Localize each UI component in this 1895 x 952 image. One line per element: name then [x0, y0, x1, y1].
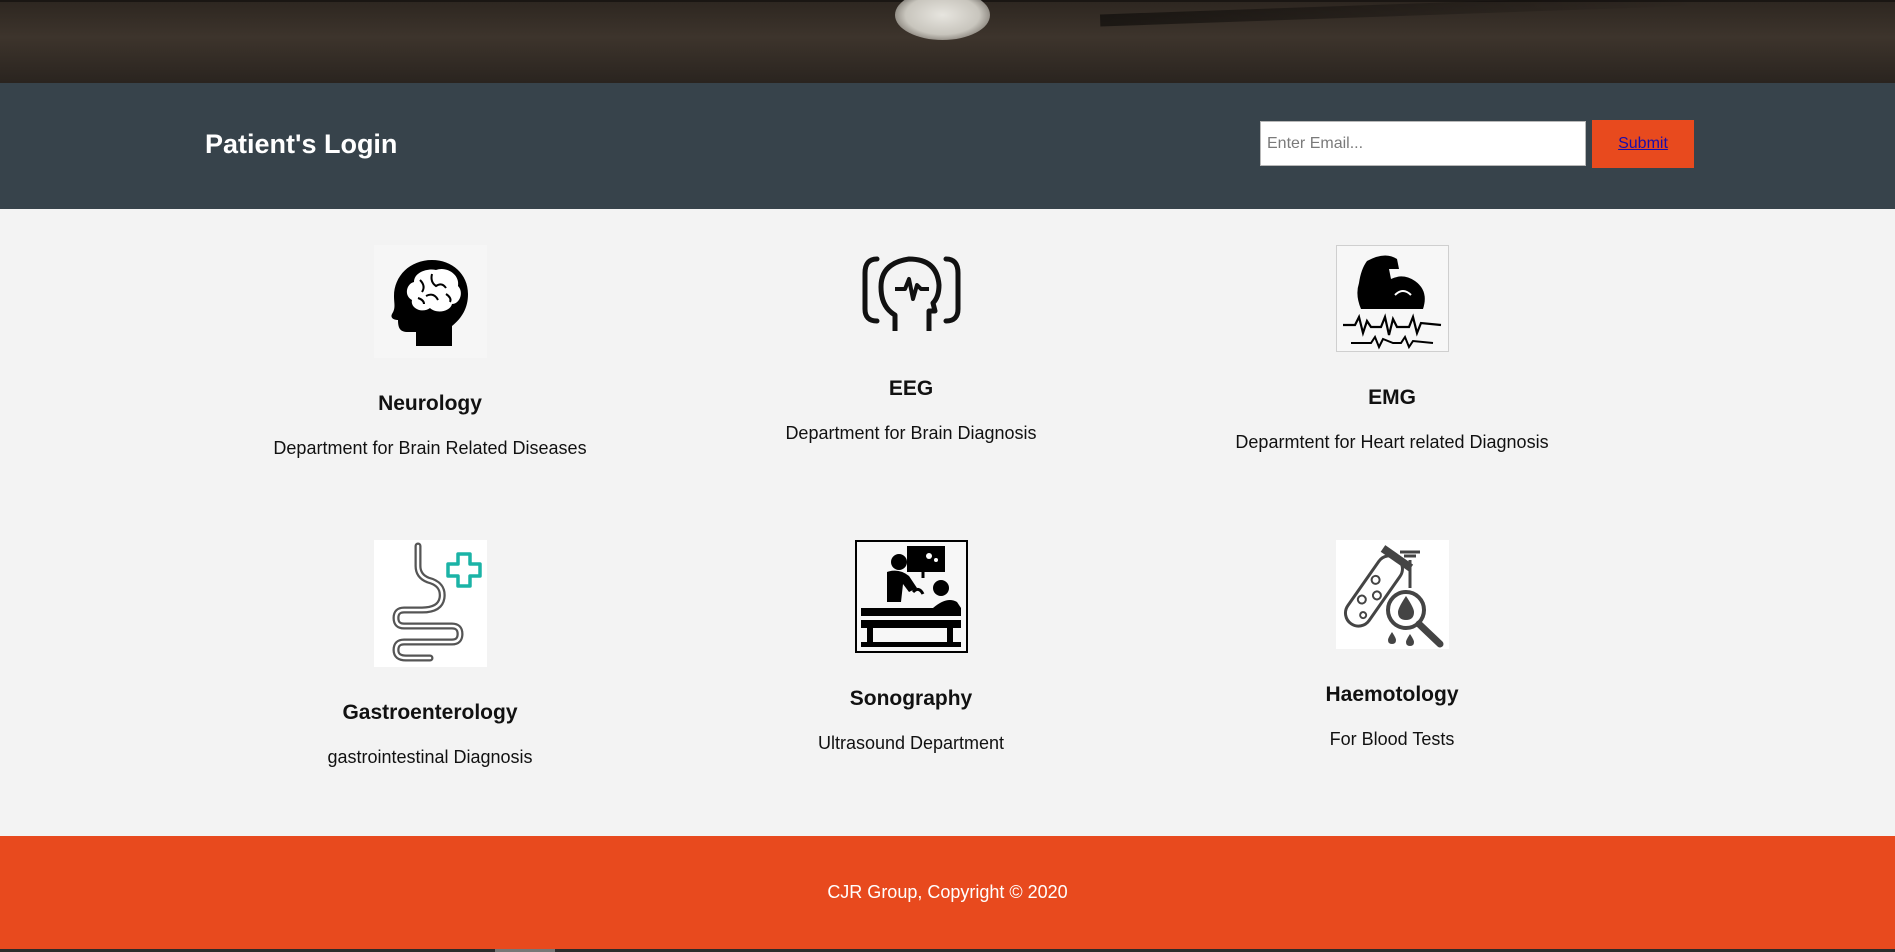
department-description: gastrointestinal Diagnosis: [327, 747, 533, 767]
department-description: Ultrasound Department: [817, 733, 1005, 753]
department-card-neurology: Neurology Department for Brain Related D…: [210, 245, 650, 459]
hero-banner-image: [0, 0, 1895, 83]
stomach-cross-icon: [373, 540, 487, 667]
hero-shadow-streak: [1099, 0, 1701, 27]
department-description: For Blood Tests: [1329, 729, 1455, 749]
department-card-sonography: Sonography Ultrasound Department: [691, 540, 1131, 754]
department-description: Department for Brain Related Diseases: [273, 438, 587, 458]
department-description: Deparmtent for Heart related Diagnosis: [1235, 432, 1549, 452]
email-input[interactable]: [1260, 121, 1586, 166]
department-card-eeg: EEG Department for Brain Diagnosis: [691, 245, 1131, 444]
footer-copyright: CJR Group, Copyright © 2020: [827, 882, 1068, 902]
login-title: Patient's Login: [205, 129, 398, 159]
department-name: EMG: [1368, 386, 1416, 409]
ultrasound-scan-icon: [854, 540, 968, 653]
department-name: Haemotology: [1325, 683, 1459, 706]
submit-button[interactable]: Submit: [1592, 120, 1694, 168]
departments-grid: Neurology Department for Brain Related D…: [0, 209, 1895, 836]
department-name: Sonography: [849, 687, 973, 710]
hero-light-spot: [895, 0, 990, 40]
department-card-haemotology: Haemotology For Blood Tests: [1172, 540, 1612, 750]
brain-head-icon: [373, 245, 487, 358]
login-bar: Patient's Login Submit: [0, 83, 1895, 209]
footer: CJR Group, Copyright © 2020: [0, 836, 1895, 952]
department-description: Department for Brain Diagnosis: [785, 423, 1037, 443]
department-name: Neurology: [378, 392, 482, 415]
eeg-head-icon: [854, 245, 968, 343]
department-card-gastroenterology: Gastroenterology gastrointestinal Diagno…: [210, 540, 650, 768]
department-name: EEG: [888, 377, 934, 400]
department-name: Gastroenterology: [342, 701, 518, 724]
blood-test-icon: [1335, 540, 1449, 649]
department-card-emg: EMG Deparmtent for Heart related Diagnos…: [1172, 245, 1612, 453]
muscle-signal-icon: [1335, 245, 1449, 352]
